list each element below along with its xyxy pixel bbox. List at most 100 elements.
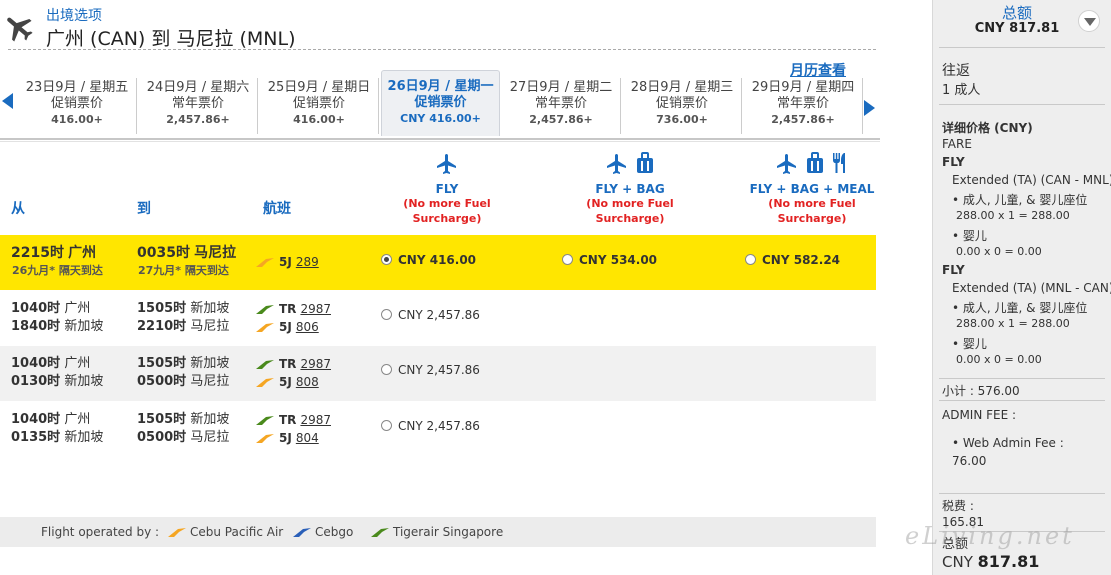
fly-plane-icon [777, 154, 796, 174]
total-label: 总额 [1001, 4, 1032, 22]
collapse-toggle-icon[interactable] [1078, 10, 1100, 32]
fare-label: FARE [942, 137, 972, 151]
fly-plane-icon [437, 154, 456, 174]
fare-option[interactable]: CNY 582.24 [745, 253, 840, 267]
bottom-total-currency: CNY [942, 553, 973, 571]
fare-option[interactable]: CNY 416.00 [381, 253, 476, 267]
fare-type-note: (No more Fuel [586, 197, 674, 210]
fare-option[interactable]: CNY 534.00 [562, 253, 657, 267]
fare-type-note: (No more Fuel [768, 197, 856, 210]
divider [8, 49, 876, 50]
column-flight: 航班 [263, 201, 291, 217]
flight-num-link[interactable]: 806 [296, 318, 319, 336]
flight-row[interactable]: 1040时 广州 0130时 新加坡 1505时 新加坡 0500时 马尼拉 TR 298… [0, 346, 876, 401]
date-option-7[interactable]: 29日9月 / 星期四 常年票价 2,457.86+ [744, 78, 863, 134]
fare-type-note: Surcharge) [595, 212, 665, 225]
flight-num-link[interactable]: 804 [296, 429, 319, 447]
segment-pax-calc: 288.00 x 1 = 288.00 [956, 209, 1070, 222]
segment-label: FLY [942, 155, 965, 169]
arr-city: 新加坡 [190, 301, 230, 316]
airline-code: TR [279, 357, 297, 371]
flight-number[interactable]: 5J 806 [255, 318, 319, 336]
flight-number[interactable]: 5J 804 [255, 429, 319, 447]
flight-selection-panel: 出境选项 广州 (CAN) 到 马尼拉 (MNL) 月历查看 23日9月 / 星… [0, 0, 880, 575]
arrival: 1505时 新加坡 [137, 411, 229, 429]
airline-code: 5J [279, 431, 292, 445]
date-option-5[interactable]: 27日9月 / 星期二 常年票价 2,457.86+ [502, 78, 621, 134]
arr-time: 1505时 [137, 356, 187, 371]
bag-icon [807, 152, 823, 173]
flight-row[interactable]: 1040时 广州 1840时 新加坡 1505时 新加坡 2210时 马尼拉 TR 298… [0, 291, 876, 346]
segment-infant-calc: 0.00 x 0 = 0.00 [956, 245, 1042, 258]
departure: 0135时 新加坡 [11, 429, 103, 447]
flight-number[interactable]: TR 2987 [255, 355, 331, 373]
fare-type-note: (No more Fuel [403, 197, 491, 210]
flight-row[interactable]: 1040时 广州 0135时 新加坡 1505时 新加坡 0500时 马尼拉 TR 298… [0, 402, 876, 457]
flight-num-link[interactable]: 2987 [300, 300, 331, 318]
date-option-6[interactable]: 28日9月 / 星期三 促销票价 736.00+ [623, 78, 742, 134]
fare-radio[interactable] [381, 364, 392, 375]
flight-num-link[interactable]: 2987 [300, 355, 331, 373]
price-summary-sidebar: 总额 CNY 817.81 往返 1 成人 详细价格 (CNY) FARE FL… [932, 0, 1111, 575]
date-label: 23日9月 / 星期五 [25, 80, 129, 95]
date-option-1[interactable]: 23日9月 / 星期五 促销票价 416.00+ [18, 78, 137, 134]
date-strip-divider [0, 138, 880, 142]
date-option-4[interactable]: 26日9月 / 星期一 促销票价 CNY 416.00+ [381, 70, 500, 136]
fare-radio[interactable] [381, 309, 392, 320]
segment-pax-calc: 288.00 x 1 = 288.00 [956, 317, 1070, 330]
departure: 0130时 新加坡 [11, 373, 103, 391]
fare-radio[interactable] [381, 420, 392, 431]
fare-option[interactable]: CNY 2,457.86 [381, 308, 480, 322]
fare-radio[interactable] [745, 254, 756, 265]
date-price: 2,457.86+ [166, 113, 230, 126]
flight-num-link[interactable]: 2987 [300, 411, 331, 429]
date-label: 27日9月 / 星期二 [509, 80, 613, 95]
date-label: 29日9月 / 星期四 [751, 80, 855, 95]
flight-number[interactable]: TR 2987 [255, 411, 331, 429]
flight-number[interactable]: 5J 808 [255, 373, 319, 391]
flight-row[interactable]: 2215时 广州 26九月* 隔天到达 0035时 马尼拉 27九月* 隔天到达 5J 2… [0, 235, 876, 290]
arrival: 0035时 马尼拉 [137, 244, 236, 263]
segment-name: Extended (TA) (MNL - CAN) [952, 281, 1111, 295]
flight-number[interactable]: 5J 289 [255, 253, 319, 271]
tigerair-tail-icon [256, 304, 274, 314]
arr-time: 2210时 [137, 319, 187, 334]
fare-option[interactable]: CNY 2,457.86 [381, 363, 480, 377]
flight-num-link[interactable]: 289 [296, 253, 319, 271]
operator-legend: Flight operated by : Cebu Pacific Air Ceb… [0, 517, 876, 547]
dep-note: 26九月* 隔天到达 [12, 262, 103, 280]
fare-radio[interactable] [381, 254, 392, 265]
tigerair-tail-icon [256, 359, 274, 369]
route-title: 广州 (CAN) 到 马尼拉 (MNL) [46, 28, 296, 50]
cebu-tail-icon [256, 322, 274, 332]
date-option-3[interactable]: 25日9月 / 星期日 促销票价 416.00+ [260, 78, 379, 134]
flight-num-link[interactable]: 808 [296, 373, 319, 391]
fare-radio[interactable] [562, 254, 573, 265]
date-option-2[interactable]: 24日9月 / 星期六 常年票价 2,457.86+ [139, 78, 258, 134]
fare-price: CNY 2,457.86 [398, 308, 480, 322]
bottom-total-label: 总额 [942, 537, 969, 552]
arr-city: 马尼拉 [190, 430, 230, 445]
total-value: CNY 817.81 [974, 21, 1060, 36]
arr-city: 马尼拉 [190, 319, 230, 334]
arrival: 1505时 新加坡 [137, 300, 229, 318]
fare-type-note: Surcharge) [777, 212, 847, 225]
airline-code: TR [279, 413, 297, 427]
fare-option[interactable]: CNY 2,457.86 [381, 419, 480, 433]
date-price: 416.00+ [293, 113, 345, 126]
trip-type: 往返 [942, 63, 970, 79]
fare-type-label: 常年票价 [171, 96, 224, 111]
arr-city: 新加坡 [190, 356, 230, 371]
date-price: 416.00+ [51, 113, 103, 126]
next-dates-arrow-icon[interactable] [864, 100, 875, 116]
operator-name: Tigerair Singapore [393, 525, 504, 539]
prev-dates-arrow-icon[interactable] [2, 93, 13, 109]
airline-code: TR [279, 302, 297, 316]
fare-type-header-1: FLY (No more Fuel Surcharge) [367, 152, 527, 226]
operator-name: Cebu Pacific Air [190, 525, 284, 539]
flight-number[interactable]: TR 2987 [255, 300, 331, 318]
tigerair-tail-icon [256, 415, 274, 425]
fare-type-name: FLY + BAG [595, 182, 665, 196]
fare-type-label: 促销票价 [414, 95, 467, 110]
fare-type-label: 常年票价 [534, 96, 587, 111]
